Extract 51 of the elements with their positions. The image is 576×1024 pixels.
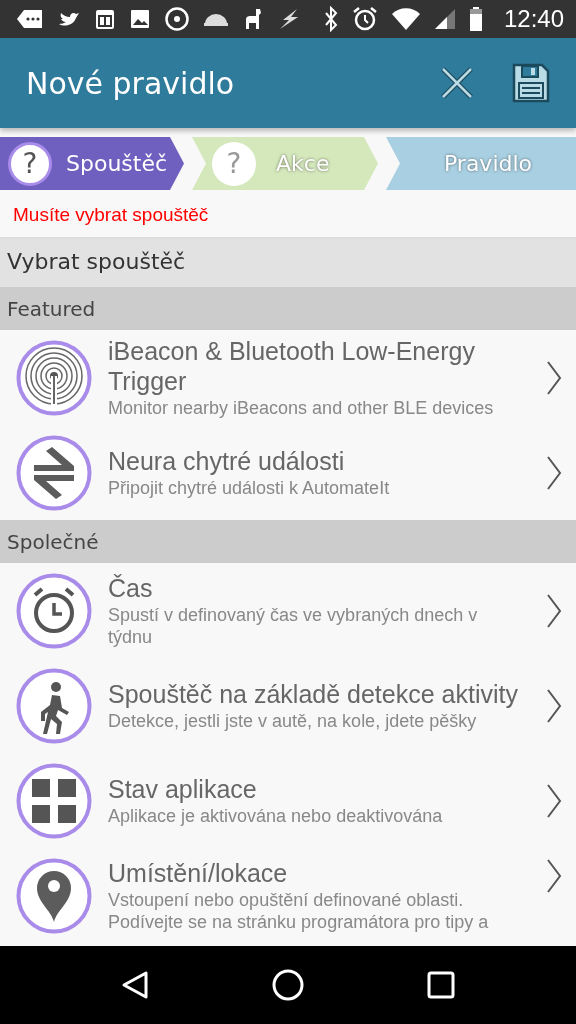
location-pin-icon <box>16 858 92 934</box>
tag-icon <box>16 8 44 30</box>
walking-figure-icon <box>16 667 92 744</box>
trigger-item[interactable]: Stav aplikace Aplikace je aktivována nebo deaktivována <box>0 753 576 848</box>
trigger-description: Aplikace je aktivována nebo deaktivována <box>108 805 444 827</box>
trigger-title: Umístění/lokace <box>108 858 289 888</box>
arrows-icon <box>16 434 92 511</box>
dome-icon <box>203 11 229 27</box>
beacon-icon <box>16 339 92 416</box>
home-button[interactable] <box>272 969 304 1001</box>
question-icon: ? <box>212 141 256 186</box>
section-header: Featured <box>0 287 576 330</box>
image-icon <box>129 8 151 30</box>
chevron-right-icon <box>546 782 562 819</box>
list-heading: Vybrat spouštěč <box>0 239 576 287</box>
wifi-icon <box>390 7 421 31</box>
section-header: Společné <box>0 520 576 563</box>
alarm-icon <box>351 6 378 32</box>
target-icon <box>164 6 190 32</box>
trigger-title: Stav aplikace <box>108 774 258 804</box>
trigger-item[interactable]: Umístění/lokace Vstoupení nebo opuštění definované oblasti. Podívejte se na stránku programátora pro tipy a <box>0 848 576 943</box>
trigger-description: Spustí v definovaný čas ve vybraných dnech v týdnu <box>108 604 479 648</box>
step-tab[interactable]: ? Akce <box>192 137 378 190</box>
question-icon: ? <box>8 141 52 186</box>
trigger-title: Neura chytré události <box>108 446 346 476</box>
clock-time: 12:40 <box>503 5 564 33</box>
chevron-right-icon <box>546 687 562 724</box>
trigger-item[interactable]: Spouštěč na základě detekce aktivity Detekce, jestli jste v autě, na kole, jdete pěšky <box>0 658 576 753</box>
trigger-title: Čas <box>108 573 154 603</box>
calendar-icon <box>94 7 116 31</box>
trigger-item[interactable]: iBeacon & Bluetooth Low-Energy Trigger Monitor nearby iBeacons and other BLE devices <box>0 330 576 425</box>
trigger-description: Připojit chytré události k AutomateIt <box>108 477 391 499</box>
trigger-item[interactable]: Neura chytré události Připojit chytré události k AutomateIt <box>0 425 576 520</box>
bluetooth-icon <box>322 6 339 32</box>
chevron-right-icon <box>546 454 562 491</box>
recents-button[interactable] <box>426 971 455 999</box>
grid-icon <box>16 762 92 839</box>
chevron-right-icon <box>546 592 562 629</box>
trigger-description: Vstoupení nebo opuštění definované oblasti. Podívejte se na stránku programátora pro tipy a <box>108 889 490 933</box>
trigger-item[interactable]: Čas Spustí v definovaný čas ve vybraných dnech v týdnu <box>0 563 576 658</box>
trigger-title: iBeacon & Bluetooth Low-Energy Trigger <box>108 336 476 396</box>
screen-title: Nové pravidlo <box>26 65 236 101</box>
step-tab[interactable]: ? Spouštěč <box>0 137 184 190</box>
battery-icon <box>468 6 483 32</box>
alarm-clock-icon <box>16 572 92 649</box>
trigger-title: Spouštěč na základě detekce aktivity <box>108 679 519 709</box>
chevron-right-icon <box>546 359 562 396</box>
trigger-description: Monitor nearby iBeacons and other BLE devices <box>108 397 495 419</box>
back-button[interactable] <box>121 970 150 1000</box>
signal-icon <box>433 8 456 30</box>
trigger-description: Detekce, jestli jste v autě, na kole, jdete pěšky <box>108 710 478 732</box>
